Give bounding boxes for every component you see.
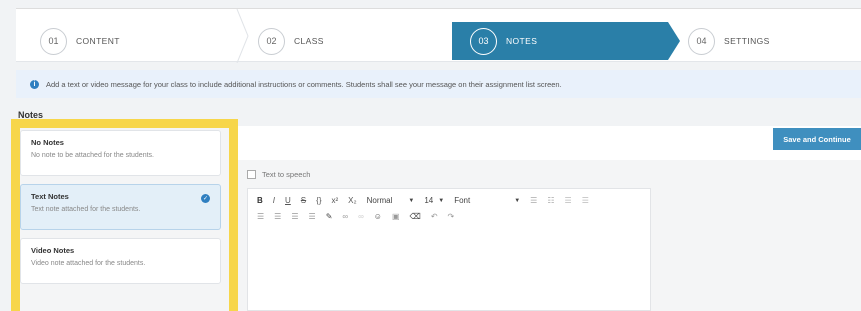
step-label: CONTENT bbox=[76, 36, 120, 46]
note-option-description: No note to be attached for the students. bbox=[31, 152, 154, 159]
note-option-title: Text Notes bbox=[31, 192, 69, 201]
step-number: 02 bbox=[258, 27, 285, 55]
editor-toolbar-row-2: ☰ ☰ ☰ ☰ ✎ ∞ ∞ ☺ ▣ ⌫ ↶ ↷ bbox=[257, 212, 454, 221]
outdent-icon[interactable]: ☰ bbox=[565, 196, 572, 205]
step-number: 03 bbox=[470, 27, 497, 55]
text-to-speech-toggle[interactable]: Text to speech bbox=[247, 170, 310, 179]
step-label: NOTES bbox=[506, 36, 538, 46]
align-justify-icon[interactable]: ☰ bbox=[309, 212, 316, 221]
step-divider-chevron bbox=[236, 9, 249, 63]
info-text: Add a text or video message for your cla… bbox=[46, 79, 562, 89]
active-step-arrow bbox=[668, 22, 680, 60]
strikethrough-icon[interactable]: S bbox=[301, 196, 306, 205]
text-to-speech-label: Text to speech bbox=[262, 170, 311, 179]
code-block-icon[interactable]: {} bbox=[316, 196, 321, 205]
step-class[interactable]: 02 CLASS bbox=[258, 22, 324, 60]
note-option-title: No Notes bbox=[31, 138, 64, 147]
align-right-icon[interactable]: ☰ bbox=[291, 212, 298, 221]
top-frame bbox=[0, 0, 861, 8]
pen-icon[interactable]: ✎ bbox=[326, 212, 333, 221]
step-label: CLASS bbox=[294, 36, 324, 46]
format-chevron-down-icon[interactable]: ▼ bbox=[408, 198, 414, 204]
indent-icon[interactable]: ☰ bbox=[582, 196, 589, 205]
emoji-icon[interactable]: ☺ bbox=[374, 212, 382, 221]
font-dropdown[interactable]: Font bbox=[454, 196, 470, 205]
note-option-none[interactable]: No Notes No note to be attached for the … bbox=[20, 130, 221, 176]
italic-icon[interactable]: I bbox=[273, 196, 275, 205]
font-chevron-down-icon[interactable]: ▼ bbox=[514, 198, 520, 204]
numbered-list-icon[interactable]: ☷ bbox=[547, 196, 554, 205]
format-dropdown[interactable]: Normal bbox=[367, 196, 393, 205]
redo-icon[interactable]: ↷ bbox=[448, 212, 455, 221]
note-option-title: Video Notes bbox=[31, 246, 75, 255]
info-banner: i Add a text or video message for your c… bbox=[16, 70, 861, 98]
undo-icon[interactable]: ↶ bbox=[431, 212, 438, 221]
step-number: 01 bbox=[40, 27, 67, 55]
unlink-icon[interactable]: ∞ bbox=[358, 212, 364, 221]
image-icon[interactable]: ▣ bbox=[392, 212, 400, 221]
check-icon: ✓ bbox=[201, 194, 210, 203]
info-icon: i bbox=[30, 79, 39, 89]
step-label: SETTINGS bbox=[724, 36, 770, 46]
text-to-speech-checkbox[interactable] bbox=[247, 170, 256, 179]
bold-icon[interactable]: B bbox=[257, 196, 263, 205]
bullet-list-icon[interactable]: ☰ bbox=[530, 196, 537, 205]
save-and-continue-button[interactable]: Save and Continue bbox=[773, 128, 861, 150]
superscript-icon[interactable]: x² bbox=[331, 196, 338, 205]
size-chevron-down-icon[interactable]: ▼ bbox=[438, 198, 444, 204]
size-dropdown[interactable]: 14 bbox=[424, 196, 433, 205]
step-content[interactable]: 01 CONTENT bbox=[40, 22, 120, 60]
align-left-icon[interactable]: ☰ bbox=[257, 212, 264, 221]
underline-icon[interactable]: U bbox=[285, 196, 291, 205]
subscript-icon[interactable]: X₂ bbox=[348, 196, 356, 205]
note-option-video[interactable]: Video Notes Video note attached for the … bbox=[20, 238, 221, 284]
editor-toolbar-row-1: B I U S {} x² X₂ Normal ▼ 14 ▼ Font ▼ ☰ … bbox=[257, 196, 589, 205]
rich-text-editor[interactable]: B I U S {} x² X₂ Normal ▼ 14 ▼ Font ▼ ☰ … bbox=[247, 188, 651, 311]
note-option-text[interactable]: Text Notes Text note attached for the st… bbox=[20, 184, 221, 230]
note-option-description: Text note attached for the students. bbox=[31, 206, 141, 213]
link-icon[interactable]: ∞ bbox=[342, 212, 348, 221]
step-notes[interactable]: 03 NOTES bbox=[470, 22, 537, 60]
step-number: 04 bbox=[688, 27, 715, 55]
clear-format-icon[interactable]: ⌫ bbox=[410, 212, 421, 221]
step-settings[interactable]: 04 SETTINGS bbox=[688, 22, 770, 60]
align-center-icon[interactable]: ☰ bbox=[274, 212, 281, 221]
note-option-description: Video note attached for the students. bbox=[31, 260, 146, 267]
